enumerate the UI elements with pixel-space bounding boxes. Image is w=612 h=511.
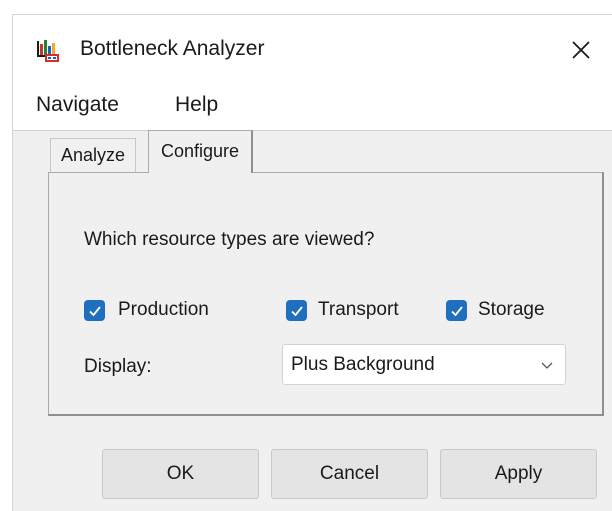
resource-question: Which resource types are viewed?: [84, 229, 375, 250]
close-icon: [572, 41, 590, 59]
checkmark-icon: [450, 305, 463, 316]
cancel-button[interactable]: Cancel: [271, 449, 428, 499]
production-checkbox[interactable]: [84, 300, 105, 321]
display-label: Display:: [84, 356, 152, 377]
tab-analyze[interactable]: Analyze: [50, 138, 137, 172]
ok-button[interactable]: OK: [102, 449, 259, 499]
display-select-value: Plus Background: [291, 354, 435, 375]
apply-button[interactable]: Apply: [440, 449, 597, 499]
menu-bar: Navigate Help: [13, 81, 612, 131]
tab-configure[interactable]: Configure: [148, 130, 254, 173]
transport-checkbox[interactable]: [286, 300, 307, 321]
window-title: Bottleneck Analyzer: [80, 37, 265, 60]
checkmark-icon: [290, 305, 303, 316]
transport-label[interactable]: Transport: [318, 299, 399, 321]
checkmark-icon: [88, 305, 101, 316]
storage-checkbox[interactable]: [446, 300, 467, 321]
bar-chart-app-icon: [37, 40, 59, 62]
title-bar: Bottleneck Analyzer: [13, 15, 612, 81]
production-label[interactable]: Production: [118, 299, 209, 321]
close-button[interactable]: [564, 33, 598, 67]
menu-help[interactable]: Help: [175, 93, 218, 117]
display-select[interactable]: Plus Background: [282, 344, 566, 385]
menu-navigate[interactable]: Navigate: [36, 93, 119, 117]
storage-label[interactable]: Storage: [478, 299, 545, 321]
chevron-down-icon: [541, 362, 553, 369]
